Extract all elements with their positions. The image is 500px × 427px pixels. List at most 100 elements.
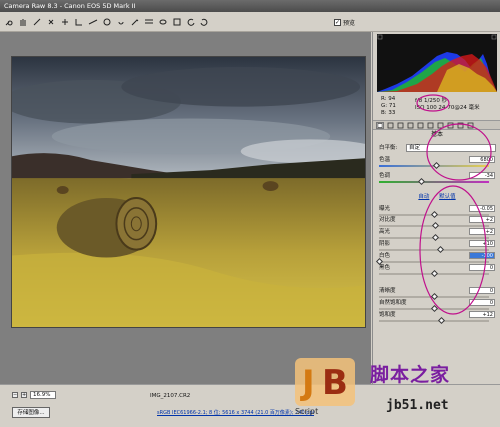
slider-track[interactable] <box>379 304 489 313</box>
slider-row: 清晰度 0 <box>379 287 497 295</box>
zoom-level-select[interactable]: 16.9% <box>30 391 56 399</box>
preview-label: 预览 <box>343 20 356 27</box>
photo-preview[interactable] <box>11 56 366 328</box>
slider-value-field[interactable]: 0 <box>469 264 495 271</box>
white-balance-select[interactable]: 自定 <box>406 144 496 152</box>
readout-r: R: 94 <box>381 96 396 102</box>
detail-tab-icon[interactable] <box>396 122 404 129</box>
slider-row: 饱和度 +12 <box>379 311 497 319</box>
targeted-adjust-icon[interactable] <box>60 16 70 27</box>
slider-value-field[interactable]: +2 <box>469 228 495 235</box>
svg-text:J: J <box>300 363 315 403</box>
slider-value-field[interactable]: +2 <box>469 216 495 223</box>
adjustments-panel: R: 94 G: 71 B: 33 f/8 1/250 秒 ISO 100 24… <box>372 32 500 384</box>
slider-value-field[interactable]: 0 <box>469 287 495 294</box>
svg-text:B: B <box>322 363 348 403</box>
red-eye-icon[interactable] <box>116 16 126 27</box>
adjustment-brush-icon[interactable] <box>130 16 140 27</box>
readout-b: B: 33 <box>381 110 396 116</box>
slider-label: 黑色 <box>379 265 391 271</box>
slider-value-field[interactable]: -100 <box>469 252 495 259</box>
panel-tabs <box>373 120 500 130</box>
slider-value-field[interactable]: +10 <box>469 240 495 247</box>
slider-track[interactable] <box>375 257 489 266</box>
split-toning-tab-icon[interactable] <box>416 122 424 129</box>
slider-label: 清晰度 <box>379 288 396 294</box>
slider-label: 高光 <box>379 229 391 235</box>
histogram <box>377 34 497 92</box>
slider-row: 曝光 -0.05 <box>379 205 497 213</box>
readout-iso: ISO 100 24-70@24 毫米 <box>415 105 480 111</box>
slider-track[interactable] <box>379 161 489 170</box>
auto-link[interactable]: 自动 <box>418 194 429 200</box>
slider-track[interactable] <box>379 316 489 325</box>
slider-track[interactable] <box>379 269 489 278</box>
zoom-control: − + 16.9% <box>12 391 56 399</box>
slider-label: 饱和度 <box>379 312 396 318</box>
slider-row: 黑色 0 <box>379 264 497 272</box>
section-title: 基本 <box>430 131 443 138</box>
slider-row: 高光 +2 <box>379 228 497 236</box>
camera-calibration-tab-icon[interactable] <box>446 122 454 129</box>
slider-track[interactable] <box>379 177 489 186</box>
slider-row: 色调 -34 <box>379 172 497 180</box>
radial-filter-icon[interactable] <box>158 16 168 27</box>
presets-tab-icon[interactable] <box>456 122 464 129</box>
hsl-tab-icon[interactable] <box>406 122 414 129</box>
slider-value-field[interactable]: -34 <box>469 172 495 179</box>
slider-track[interactable] <box>379 221 489 230</box>
tone-curve-tab-icon[interactable] <box>386 122 394 129</box>
watermark-brand: 脚本之家 <box>370 364 451 386</box>
readout-g: G: 71 <box>381 103 396 109</box>
graduated-filter-icon[interactable] <box>144 16 154 27</box>
file-name: IMG_2107.CR2 <box>150 393 191 399</box>
spot-removal-icon[interactable] <box>102 16 112 27</box>
default-link[interactable]: 默认值 <box>439 194 456 200</box>
highlight-clipping-warning[interactable] <box>491 34 497 40</box>
slider-label: 自然饱和度 <box>379 300 407 306</box>
slider-value-field[interactable]: 6800 <box>469 156 495 163</box>
preferences-icon[interactable] <box>172 16 182 27</box>
window-title: Camera Raw 8.3 - Canon EOS 5D Mark II <box>4 2 136 10</box>
zoom-out-button[interactable]: − <box>12 392 18 398</box>
zoom-icon[interactable] <box>4 16 14 27</box>
slider-row: 对比度 +2 <box>379 216 497 224</box>
slider-track[interactable] <box>379 245 489 254</box>
slider-row: 白色 -100 <box>379 252 497 260</box>
preview-toggle[interactable]: ✓ 预览 <box>334 18 355 27</box>
lens-tab-icon[interactable] <box>426 122 434 129</box>
slider-value-field[interactable]: -0.05 <box>469 205 495 212</box>
preview-checkbox[interactable]: ✓ <box>334 19 341 26</box>
slider-label: 色调 <box>379 173 391 179</box>
crop-icon[interactable] <box>74 16 84 27</box>
watermark-script: Script <box>295 407 319 416</box>
slider-label: 曝光 <box>379 206 391 212</box>
rotate-left-icon[interactable] <box>186 16 196 27</box>
white-balance-icon[interactable] <box>32 16 42 27</box>
slider-track[interactable] <box>379 233 489 242</box>
basic-tab-icon[interactable] <box>376 121 384 129</box>
white-balance-label: 白平衡: <box>379 145 398 151</box>
rotate-right-icon[interactable] <box>199 16 209 27</box>
watermark-url: jb51.net <box>386 398 449 413</box>
save-image-button[interactable]: 存储图像... <box>12 407 50 418</box>
window-titlebar: Camera Raw 8.3 - Canon EOS 5D Mark II <box>0 0 500 12</box>
shadow-clipping-warning[interactable] <box>377 34 383 40</box>
straighten-icon[interactable] <box>88 16 98 27</box>
snapshots-tab-icon[interactable] <box>466 122 474 129</box>
effects-tab-icon[interactable] <box>436 122 444 129</box>
white-balance-row: 白平衡: 自定 <box>379 144 497 152</box>
site-watermark: J B Script 脚本之家 jb51.net <box>280 352 500 427</box>
slider-label: 对比度 <box>379 217 396 223</box>
pixel-readout: R: 94 G: 71 B: 33 f/8 1/250 秒 ISO 100 24… <box>377 94 497 120</box>
slider-label: 色温 <box>379 157 391 163</box>
hand-icon[interactable] <box>18 16 28 27</box>
zoom-in-button[interactable]: + <box>21 392 27 398</box>
toolbar: ✓ 预览 <box>0 12 500 32</box>
slider-value-field[interactable]: +12 <box>469 311 495 318</box>
slider-row: 自然饱和度 0 <box>379 299 497 307</box>
readout-aperture: f/8 1/250 秒 <box>415 98 448 104</box>
slider-value-field[interactable]: 0 <box>469 299 495 306</box>
slider-track[interactable] <box>379 292 489 301</box>
color-sampler-icon[interactable] <box>46 16 56 27</box>
